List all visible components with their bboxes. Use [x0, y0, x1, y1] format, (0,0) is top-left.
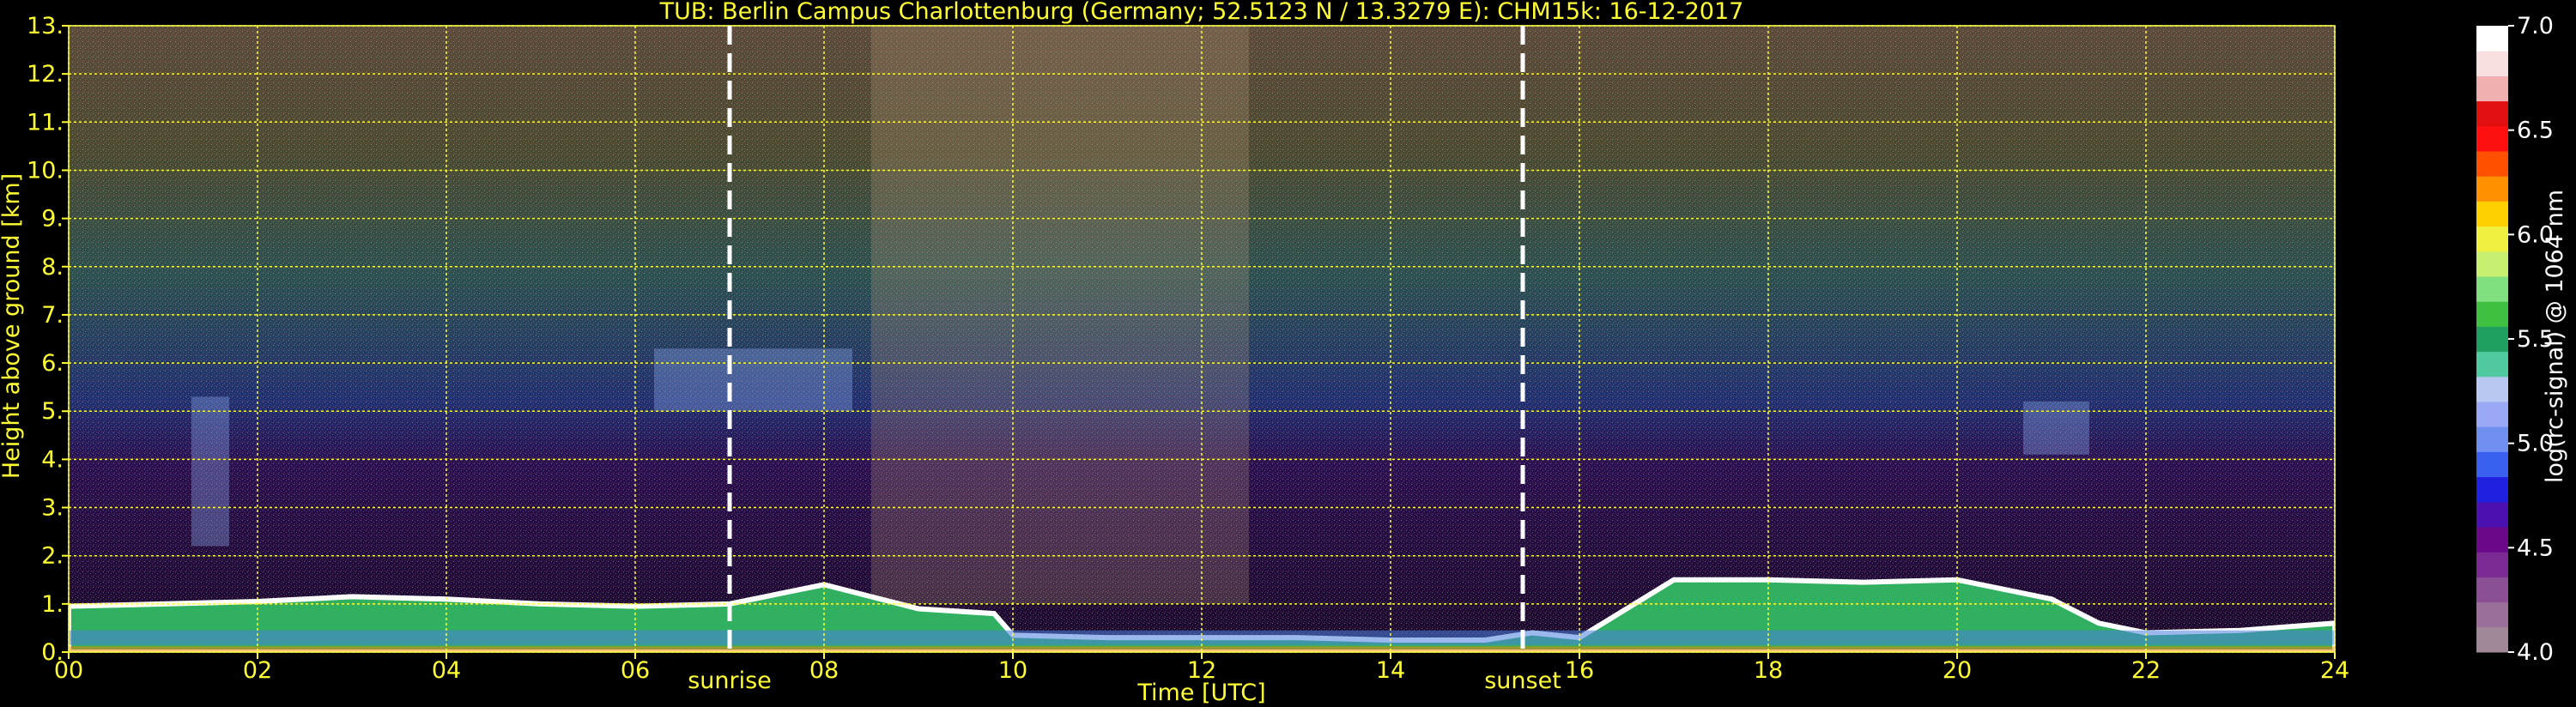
event-label-sunset: sunset [1484, 668, 1561, 694]
y-tick-label: 13. [27, 13, 64, 39]
colorbar-segment [2476, 476, 2508, 503]
colorbar-segment [2476, 626, 2508, 653]
y-tick-label: 7. [41, 302, 64, 329]
colorbar-label: log(rc-signal) @ 1064 nm [2542, 190, 2568, 483]
colorbar-segment [2476, 51, 2508, 76]
x-tick-label: 18 [1754, 657, 1783, 684]
colorbar-segment [2476, 601, 2508, 628]
y-tick-labels: 0.1.2.3.4.5.6.7.8.9.10.11.12.13. [27, 13, 69, 666]
chart-title: TUB: Berlin Campus Charlottenburg (Germa… [659, 0, 1744, 25]
y-tick-label: 1. [41, 591, 64, 618]
x-tick-label: 20 [1943, 657, 1972, 684]
colorbar-tick-label: 4.5 [2517, 535, 2554, 561]
colorbar-segment [2476, 251, 2508, 277]
x-tick-label: 00 [54, 657, 83, 684]
x-axis-label: Time [UTC] [1136, 680, 1265, 706]
cloud-feature-0 [654, 348, 852, 412]
aerosol-layer-band [69, 630, 2335, 645]
x-tick-label: 04 [432, 657, 461, 684]
x-tick-label: 24 [2320, 657, 2349, 684]
y-tick-label: 4. [41, 446, 64, 473]
x-tick-label: 14 [1376, 657, 1405, 684]
colorbar-segment [2476, 76, 2508, 102]
colorbar-segment [2476, 100, 2508, 127]
colorbar-segment [2476, 552, 2508, 577]
lidar-chart: sunrise sunset 0.1.2.3.4.5.6.7.8.9.10.11.… [0, 0, 2568, 706]
y-tick-label: 3. [41, 495, 64, 522]
y-axis-label: Height above ground [km] [0, 173, 25, 479]
colorbar-segment [2476, 577, 2508, 603]
cloud-feature-2 [2023, 402, 2089, 455]
y-tick-label: 12. [27, 61, 64, 88]
colorbar-segment [2476, 351, 2508, 378]
y-tick-label: 10. [27, 157, 64, 184]
x-tick-label: 08 [809, 657, 839, 684]
x-tick-label: 02 [243, 657, 272, 684]
colorbar-segment [2476, 426, 2508, 452]
colorbar-tick-label: 4.0 [2517, 639, 2554, 666]
colorbar-segment [2476, 451, 2508, 478]
x-tick-label: 22 [2131, 657, 2161, 684]
colorbar-segment [2476, 226, 2508, 252]
y-tick-label: 5. [41, 398, 64, 425]
x-tick-label: 06 [621, 657, 650, 684]
colorbar-segment [2476, 176, 2508, 202]
event-label-sunrise: sunrise [688, 668, 772, 694]
colorbar-segment [2476, 501, 2508, 528]
y-tick-label: 2. [41, 543, 64, 570]
colorbar-segment [2476, 402, 2508, 427]
y-tick-label: 11. [27, 109, 64, 136]
y-tick-label: 8. [41, 254, 64, 281]
colorbar-segment [2476, 326, 2508, 353]
x-tick-label: 16 [1565, 657, 1594, 684]
colorbar-tick-label: 7.0 [2517, 13, 2554, 39]
colorbar-segment [2476, 125, 2508, 152]
colorbar-segment [2476, 26, 2508, 51]
cloud-feature-1 [191, 396, 229, 547]
y-tick-label: 9. [41, 206, 64, 233]
y-tick-label: 6. [41, 350, 64, 377]
colorbar-segment [2476, 201, 2508, 227]
colorbar-segment [2476, 527, 2508, 553]
colorbar-segment [2476, 151, 2508, 177]
colorbar-segment [2476, 276, 2508, 302]
colorbar-segment [2476, 376, 2508, 402]
colorbar-segment [2476, 301, 2508, 327]
colorbar-tick-label: 6.5 [2517, 118, 2554, 144]
x-tick-label: 10 [998, 657, 1027, 684]
